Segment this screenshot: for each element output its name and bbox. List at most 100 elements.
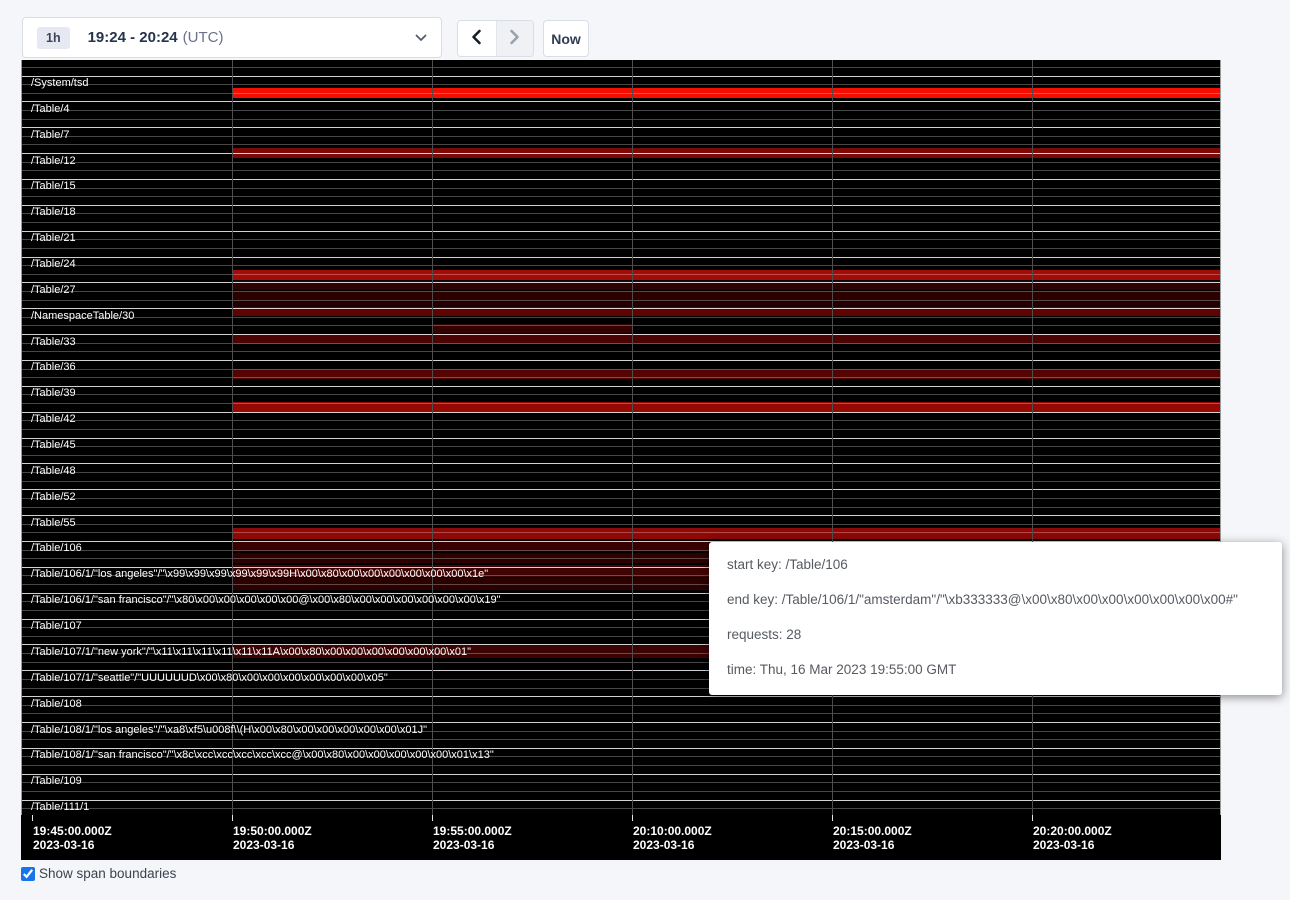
range-line (21, 213, 1221, 214)
axis-tick (632, 815, 633, 821)
span-boundary-line (21, 360, 1221, 361)
span-key-label: /Table/27 (31, 284, 76, 296)
range-line (21, 196, 1221, 197)
span-boundary-line (21, 127, 1221, 128)
axis-tick (232, 815, 233, 821)
span-key-label: /Table/7 (31, 129, 70, 141)
range-line (21, 394, 1221, 395)
chevron-right-icon (509, 29, 520, 48)
footer-controls: Show span boundaries (21, 866, 176, 881)
tooltip-line: requests: 28 (727, 627, 1264, 642)
range-line (21, 93, 1221, 94)
span-key-label: /Table/108/1/"san francisco"/"\x8c\xcc\x… (31, 749, 494, 761)
chart-left-edge (21, 60, 22, 815)
span-boundary-line (21, 463, 1221, 464)
span-boundary-line (21, 76, 1221, 77)
range-line (21, 507, 1221, 508)
range-line (21, 291, 1221, 292)
key-visualizer-page: 1h 19:24 - 20:24 (UTC) Now /System/tsd/T… (0, 0, 1290, 900)
range-line (21, 84, 1221, 85)
show-span-boundaries-checkbox[interactable] (21, 867, 35, 881)
range-line (21, 170, 1221, 171)
span-boundary-line (21, 179, 1221, 180)
now-button[interactable]: Now (543, 20, 589, 57)
span-boundary-line (21, 696, 1221, 697)
previous-interval-button[interactable] (458, 21, 496, 56)
next-interval-button[interactable] (496, 21, 534, 56)
range-line (21, 119, 1221, 120)
span-key-label: /Table/106 (31, 542, 82, 554)
span-key-label: /Table/42 (31, 413, 76, 425)
axis-time-label: 19:50:00.000Z2023-03-16 (233, 825, 312, 852)
tooltip-line: start key: /Table/106 (727, 557, 1264, 572)
range-line (21, 429, 1221, 430)
span-boundary-line (21, 412, 1221, 413)
time-range-timezone: (UTC) (183, 29, 224, 46)
span-key-label: /Table/52 (31, 491, 76, 503)
span-key-label: /Table/18 (31, 206, 76, 218)
span-key-label: /Table/24 (31, 258, 76, 270)
range-line (21, 325, 1221, 326)
range-line (21, 446, 1221, 447)
range-line (21, 498, 1221, 499)
span-key-label: /Table/33 (31, 336, 76, 348)
range-line (21, 791, 1221, 792)
range-line (21, 239, 1221, 240)
span-key-label: /Table/15 (31, 180, 76, 192)
range-line (21, 420, 1221, 421)
range-line (21, 455, 1221, 456)
range-line (21, 351, 1221, 352)
time-gridline (1032, 60, 1033, 815)
span-key-label: /Table/36 (31, 361, 76, 373)
span-boundary-line (21, 800, 1221, 801)
span-boundary-line (21, 308, 1221, 309)
range-line (21, 532, 1221, 533)
range-line (21, 765, 1221, 766)
time-toolbar: 1h 19:24 - 20:24 (UTC) Now (0, 0, 1290, 60)
range-line (21, 317, 1221, 318)
range-line (21, 110, 1221, 111)
range-line (21, 274, 1221, 275)
key-visualizer-canvas[interactable]: /System/tsd/Table/4/Table/7/Table/12/Tab… (21, 60, 1221, 860)
span-boundary-line (21, 334, 1221, 335)
span-boundary-line (21, 231, 1221, 232)
range-line (21, 739, 1221, 740)
axis-time-label: 20:15:00.000Z2023-03-16 (833, 825, 912, 852)
range-line (21, 136, 1221, 137)
show-span-boundaries-label: Show span boundaries (39, 866, 176, 881)
range-line (21, 67, 1221, 68)
span-key-label: /Table/106/1/"san francisco"/"\x80\x00\x… (31, 594, 501, 606)
axis-time-label: 19:55:00.000Z2023-03-16 (433, 825, 512, 852)
time-gridline (832, 60, 833, 815)
range-line (21, 300, 1221, 301)
range-line (21, 369, 1221, 370)
range-line (21, 343, 1221, 344)
axis-tick (832, 815, 833, 821)
span-boundary-line (21, 257, 1221, 258)
time-range-selector[interactable]: 1h 19:24 - 20:24 (UTC) (22, 17, 442, 58)
span-key-label: /Table/108 (31, 698, 82, 710)
axis-tick (32, 815, 33, 821)
time-gridline (432, 60, 433, 815)
span-boundary-line (21, 774, 1221, 775)
tooltip-line: time: Thu, 16 Mar 2023 19:55:00 GMT (727, 662, 1264, 677)
range-line (21, 265, 1221, 266)
range-line (21, 472, 1221, 473)
span-key-label: /Table/39 (31, 387, 76, 399)
span-key-label: /System/tsd (31, 77, 88, 89)
span-boundary-line (21, 282, 1221, 283)
span-key-label: /Table/107/1/"seattle"/"UUUUUUD\x00\x80\… (31, 672, 388, 684)
axis-time-label: 20:10:00.000Z2023-03-16 (633, 825, 712, 852)
heat-band (232, 300, 1221, 307)
range-line (21, 162, 1221, 163)
tooltip-line: end key: /Table/106/1/"amsterdam"/"\xb33… (727, 592, 1264, 607)
span-key-label: /Table/108/1/"los angeles"/"\xa8\xf5\u00… (31, 724, 427, 736)
time-gridline (632, 60, 633, 815)
span-boundary-line (21, 386, 1221, 387)
chevron-down-icon (415, 34, 427, 42)
span-key-label: /Table/107 (31, 620, 82, 632)
chart-right-edge (1220, 60, 1221, 815)
span-key-label: /Table/111/1 (31, 801, 89, 813)
time-range-text: 19:24 - 20:24 (88, 29, 178, 46)
span-key-label: /Table/107/1/"new york"/"\x11\x11\x11\x1… (31, 646, 471, 658)
